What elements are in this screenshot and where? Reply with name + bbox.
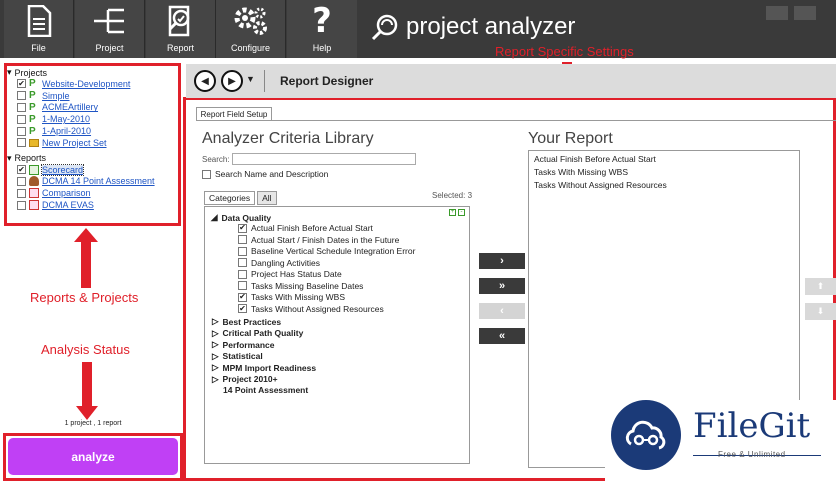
- expand-triangle-icon[interactable]: ◢: [211, 212, 218, 223]
- criteria-item[interactable]: Dangling Activities: [238, 258, 320, 268]
- report-field-item[interactable]: Tasks With Missing WBS: [534, 167, 628, 177]
- collapsed-triangle-icon[interactable]: ▷: [212, 362, 219, 373]
- your-report-title: Your Report: [528, 130, 613, 147]
- search-names-checkbox[interactable]: [202, 169, 211, 179]
- criteria-item[interactable]: ✔ Tasks Without Assigned Resources: [238, 304, 384, 314]
- cloud-logo-icon: [611, 400, 681, 470]
- question-icon: ?: [312, 1, 332, 41]
- criteria-checkbox[interactable]: [238, 281, 247, 290]
- search-names-option[interactable]: Search Name and Description: [202, 169, 328, 179]
- gears-icon: [216, 4, 285, 38]
- collapse-all-icon[interactable]: -: [458, 209, 465, 216]
- group-project-2010[interactable]: ▷ Project 2010+: [212, 374, 278, 385]
- move-up-button[interactable]: ⬆: [805, 278, 836, 295]
- selected-count: Selected: 3: [432, 191, 473, 200]
- designer-navbar: ◀ ▶ ▼ Report Designer: [186, 64, 836, 98]
- remove-selected-button[interactable]: ‹: [479, 303, 525, 319]
- chevron-down-icon[interactable]: ▼: [246, 74, 255, 84]
- criteria-checkbox[interactable]: [238, 235, 247, 244]
- group-mpm-import[interactable]: ▷ MPM Import Readiness: [212, 362, 316, 373]
- collapsed-triangle-icon[interactable]: ▷: [212, 316, 219, 327]
- report-field-item[interactable]: Actual Finish Before Actual Start: [534, 154, 656, 164]
- remove-all-button[interactable]: «: [479, 328, 525, 344]
- tab-all[interactable]: All: [257, 191, 277, 205]
- criteria-item[interactable]: Tasks Missing Baseline Dates: [238, 281, 363, 291]
- project-label: Project: [95, 43, 124, 53]
- add-all-button[interactable]: »: [479, 278, 525, 294]
- configure-label: Configure: [230, 43, 271, 53]
- analyze-button[interactable]: analyze: [8, 438, 178, 475]
- criteria-checkbox[interactable]: [238, 258, 247, 267]
- group-14-point[interactable]: 14 Point Assessment: [223, 385, 308, 395]
- report-magnifier-icon: [146, 4, 215, 38]
- collapsed-triangle-icon[interactable]: ▷: [212, 374, 219, 385]
- analysis-status-annotation: Analysis Status: [41, 342, 130, 357]
- report-button[interactable]: Report: [146, 0, 216, 58]
- tab-categories[interactable]: Categories: [204, 191, 256, 205]
- criteria-checkbox[interactable]: ✔: [238, 292, 247, 302]
- report-settings-annotation: Report Specific Settings: [495, 44, 634, 59]
- search-label: Search:: [202, 155, 230, 164]
- report-label: Report: [166, 43, 194, 53]
- collapsed-triangle-icon[interactable]: ▷: [212, 339, 219, 350]
- collapsed-triangle-icon[interactable]: ▷: [212, 328, 219, 339]
- group-critical-path[interactable]: ▷ Critical Path Quality: [212, 328, 303, 339]
- configure-button[interactable]: Configure: [216, 0, 286, 58]
- app-title: project analyzer: [406, 13, 576, 40]
- project-button[interactable]: Project: [75, 0, 145, 58]
- down-arrow-annotation: [76, 362, 98, 420]
- criteria-checkbox[interactable]: [238, 246, 247, 256]
- criteria-item[interactable]: Actual Start / Finish Dates in the Futur…: [238, 235, 399, 245]
- page-title: Report Designer: [280, 74, 374, 88]
- file-label: File: [31, 43, 46, 53]
- hierarchy-icon: [75, 4, 144, 38]
- move-down-button[interactable]: ⬇: [805, 303, 836, 320]
- back-arrow-icon[interactable]: ◀: [194, 70, 216, 92]
- help-button[interactable]: ? Help: [287, 0, 357, 58]
- collapsed-triangle-icon[interactable]: ▷: [212, 351, 219, 362]
- document-icon: [4, 4, 73, 38]
- add-selected-button[interactable]: ›: [479, 253, 525, 269]
- up-arrow-annotation: [74, 228, 98, 288]
- tab-report-field-setup[interactable]: Report Field Setup: [196, 107, 272, 121]
- app-brand: project analyzer: [370, 12, 575, 42]
- group-statistical[interactable]: ▷ Statistical: [212, 351, 263, 362]
- file-button[interactable]: File: [4, 0, 74, 58]
- criteria-item[interactable]: Project Has Status Date: [238, 269, 342, 279]
- criteria-checkbox[interactable]: ✔: [238, 304, 247, 313]
- tree-highlight-box: [4, 63, 181, 226]
- expand-all-icon[interactable]: +: [449, 209, 456, 216]
- category-tabs: Categories All: [204, 191, 279, 205]
- search-input[interactable]: [232, 153, 416, 165]
- group-best-practices[interactable]: ▷ Best Practices: [212, 316, 281, 327]
- filegit-watermark: FileGit Free & Unlimited: [605, 400, 836, 484]
- divider: [264, 70, 265, 92]
- tab-divider: [196, 120, 836, 121]
- help-label: Help: [312, 43, 332, 53]
- watermark-tagline: Free & Unlimited: [718, 450, 786, 459]
- report-field-item[interactable]: Tasks Without Assigned Resources: [534, 180, 667, 190]
- maximize-window-button[interactable]: [794, 6, 816, 20]
- library-title: Analyzer Criteria Library: [202, 130, 374, 147]
- main-toolbar: File Project Report Configure ? Help pro…: [0, 0, 836, 58]
- group-data-quality[interactable]: ◢ Data Quality: [211, 212, 271, 223]
- reports-projects-annotation: Reports & Projects: [30, 290, 139, 305]
- criteria-item[interactable]: ✔ Actual Finish Before Actual Start: [238, 223, 373, 233]
- criteria-item[interactable]: ✔ Tasks With Missing WBS: [238, 292, 345, 302]
- criteria-checkbox[interactable]: ✔: [238, 223, 247, 233]
- group-performance[interactable]: ▷ Performance: [212, 339, 275, 350]
- minimize-window-button[interactable]: [766, 6, 788, 20]
- analyzer-logo-icon: [371, 14, 398, 41]
- criteria-checkbox[interactable]: [238, 269, 247, 279]
- criteria-item[interactable]: Baseline Vertical Schedule Integration E…: [238, 246, 415, 256]
- analysis-status-text: 1 project , 1 report: [64, 420, 122, 427]
- watermark-name: FileGit: [693, 406, 811, 446]
- forward-arrow-icon[interactable]: ▶: [221, 70, 243, 92]
